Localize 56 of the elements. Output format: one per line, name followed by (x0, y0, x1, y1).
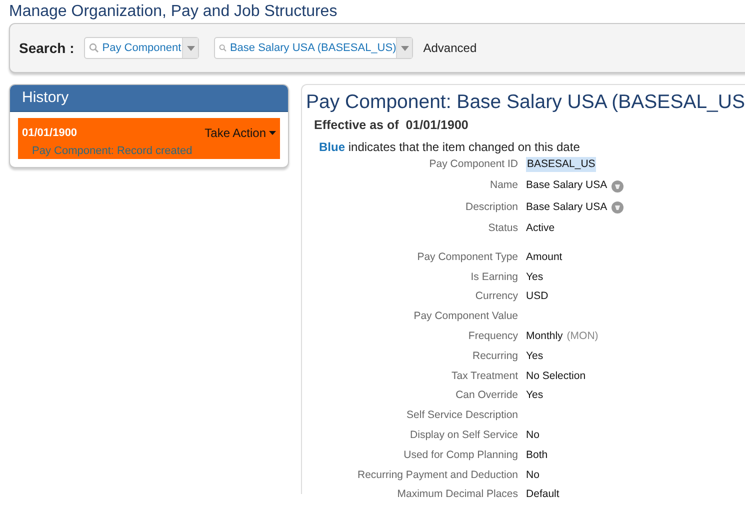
field-label: Can Override (456, 389, 518, 402)
field-label: Pay Component Type (417, 250, 518, 263)
field-value: Base Salary USA (526, 200, 608, 215)
field-label: Self Service Description (406, 409, 518, 422)
field-code: (MON) (566, 328, 598, 344)
search-icon (219, 43, 227, 53)
field-label: Maximum Decimal Places (397, 488, 518, 500)
advanced-link[interactable]: Advanced (423, 39, 477, 57)
caret-icon (186, 46, 195, 50)
field-value: USD (526, 289, 548, 304)
entry-note: Pay Component: Record created (31, 144, 194, 159)
field-label: Pay Component Value (414, 310, 518, 322)
field-value: No (526, 468, 540, 483)
field-value: Active (526, 221, 555, 236)
field-value: Yes (526, 388, 544, 404)
legend-text: Blue indicates that the item changed on this date (318, 138, 581, 156)
search-icon (89, 43, 100, 53)
field-value: No (526, 428, 540, 443)
take-action-button[interactable]: Take Action (204, 124, 276, 142)
field-label: Description (465, 200, 518, 213)
combo-box[interactable]: Base Salary USA (BASESAL_US) (214, 37, 414, 59)
entry-date: 01/01/1900 (22, 126, 78, 141)
page-title: Manage Organization, Pay and Job Structures (8, 2, 338, 22)
field-label: Pay Component ID (429, 158, 518, 170)
field-label: Used for Comp Planning (404, 448, 518, 461)
field-value: No Selection (526, 368, 586, 384)
field-value: Yes (526, 348, 544, 364)
combo-box[interactable]: Pay Component (84, 37, 200, 59)
caret-icon (400, 46, 409, 50)
field-label: Display on Self Service (410, 428, 518, 441)
info-icon[interactable] (611, 201, 624, 214)
field-value: Monthly (526, 328, 563, 344)
effective-label: Effective as of (314, 117, 399, 134)
caret-icon (269, 131, 276, 135)
effective-date: 01/01/1900 (406, 117, 468, 134)
field-value: Base Salary USA (526, 178, 608, 194)
panel-header: History (10, 85, 288, 112)
field-label: Frequency (468, 330, 518, 342)
detail-title: Pay Component: Base Salary USA (BASESAL_US (306, 90, 745, 114)
field-label: Name (490, 179, 518, 192)
field-label: Status (488, 222, 518, 234)
field-label: Recurring Payment and Deduction (358, 468, 518, 481)
field-value: Amount (526, 250, 562, 265)
info-icon[interactable] (611, 180, 624, 192)
field-label: Currency (475, 290, 518, 302)
field-label: Is Earning (470, 270, 518, 283)
field-value: Pay Component (102, 40, 182, 56)
field-value: Yes (526, 270, 544, 285)
field-label: Recurring (472, 350, 518, 362)
field-value: Both (526, 448, 548, 463)
history-entry[interactable]: 01/01/1900 Take Action Pay Component: Record created (18, 118, 280, 159)
field-value: Base Salary USA (BASESAL_US) (230, 40, 396, 56)
field-value: BASESAL_US (526, 156, 596, 172)
search-label: Search : (19, 38, 74, 58)
field-label: Tax Treatment (451, 370, 518, 382)
field-value: Default (526, 487, 560, 502)
